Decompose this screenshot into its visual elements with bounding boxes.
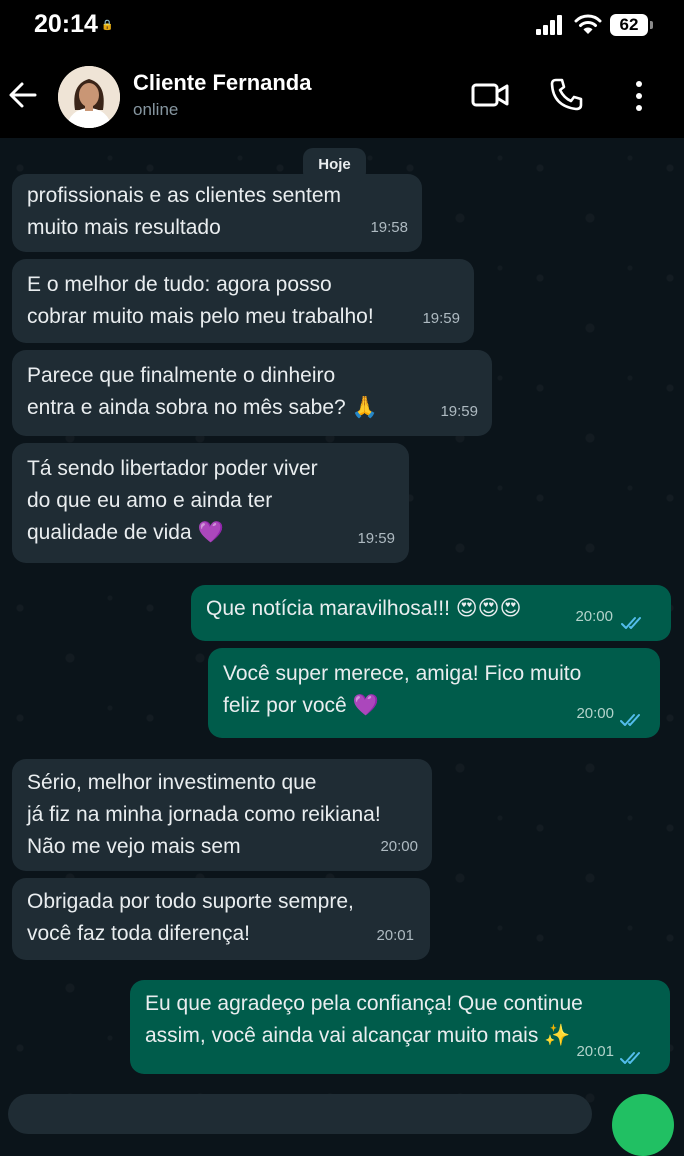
phone-icon[interactable]	[548, 76, 584, 112]
chat-messages[interactable]: Hoje profissionais e as clientes sentem …	[0, 138, 684, 1108]
status-time: 20:14 🔒	[34, 10, 114, 38]
message-text: profissionais e as clientes sentem muito…	[27, 184, 341, 239]
message-text: Que notícia maravilhosa!!! 😍😍😍	[206, 597, 522, 620]
message-text: E o melhor de tudo: agora posso cobrar m…	[27, 273, 374, 328]
message-time: 19:59	[422, 310, 460, 327]
wifi-icon	[574, 14, 602, 34]
video-call-icon[interactable]	[470, 80, 510, 110]
message-bubble-incoming[interactable]: Tá sendo libertador poder viver do que e…	[12, 443, 409, 563]
message-text: Eu que agradeço pela confiança! Que cont…	[145, 992, 583, 1047]
mic-button[interactable]	[612, 1094, 674, 1156]
cellular-signal-icon	[536, 15, 566, 35]
message-text: Tá sendo libertador poder viver do que e…	[27, 457, 318, 544]
message-time: 20:00	[576, 705, 614, 722]
message-time: 19:58	[370, 219, 408, 236]
message-bubble-incoming[interactable]: profissionais e as clientes sentem muito…	[12, 174, 422, 252]
message-time: 19:59	[440, 403, 478, 420]
message-time: 20:01	[376, 927, 414, 944]
message-time: 19:59	[357, 530, 395, 547]
message-text: Sério, melhor investimento que já fiz na…	[27, 771, 381, 858]
message-time: 20:00	[380, 838, 418, 855]
message-text: Parece que finalmente o dinheiro entra e…	[27, 364, 378, 419]
message-bubble-incoming[interactable]: Obrigada por todo suporte sempre, você f…	[12, 878, 430, 960]
message-bubble-outgoing[interactable]: Que notícia maravilhosa!!! 😍😍😍 20:00	[191, 585, 671, 641]
more-options-icon[interactable]	[627, 78, 651, 114]
message-bubble-outgoing[interactable]: Eu que agradeço pela confiança! Que cont…	[130, 980, 670, 1074]
contact-avatar[interactable]	[58, 66, 120, 128]
status-bar: 20:14 🔒 62	[0, 0, 684, 54]
read-receipt-icon	[621, 617, 641, 629]
message-time: 20:01	[576, 1043, 614, 1060]
message-bubble-outgoing[interactable]: Você super merece, amiga! Fico muito fel…	[208, 648, 660, 738]
message-bubble-incoming[interactable]: E o melhor de tudo: agora posso cobrar m…	[12, 259, 474, 343]
contact-name[interactable]: Cliente Fernanda	[133, 70, 311, 96]
message-time: 20:00	[575, 608, 613, 625]
message-text: Você super merece, amiga! Fico muito fel…	[223, 662, 582, 717]
battery-indicator: 62	[610, 14, 653, 36]
message-text: Obrigada por todo suporte sempre, você f…	[27, 890, 354, 945]
message-input[interactable]	[8, 1094, 592, 1134]
contact-status: online	[133, 100, 179, 119]
read-receipt-icon	[620, 1052, 640, 1064]
back-arrow-icon[interactable]	[6, 78, 40, 112]
message-bubble-incoming[interactable]: Sério, melhor investimento que já fiz na…	[12, 759, 432, 871]
read-receipt-icon	[620, 714, 640, 726]
message-bubble-incoming[interactable]: Parece que finalmente o dinheiro entra e…	[12, 350, 492, 436]
date-separator: Hoje	[303, 148, 366, 182]
chat-header: Cliente Fernanda online	[0, 54, 684, 138]
